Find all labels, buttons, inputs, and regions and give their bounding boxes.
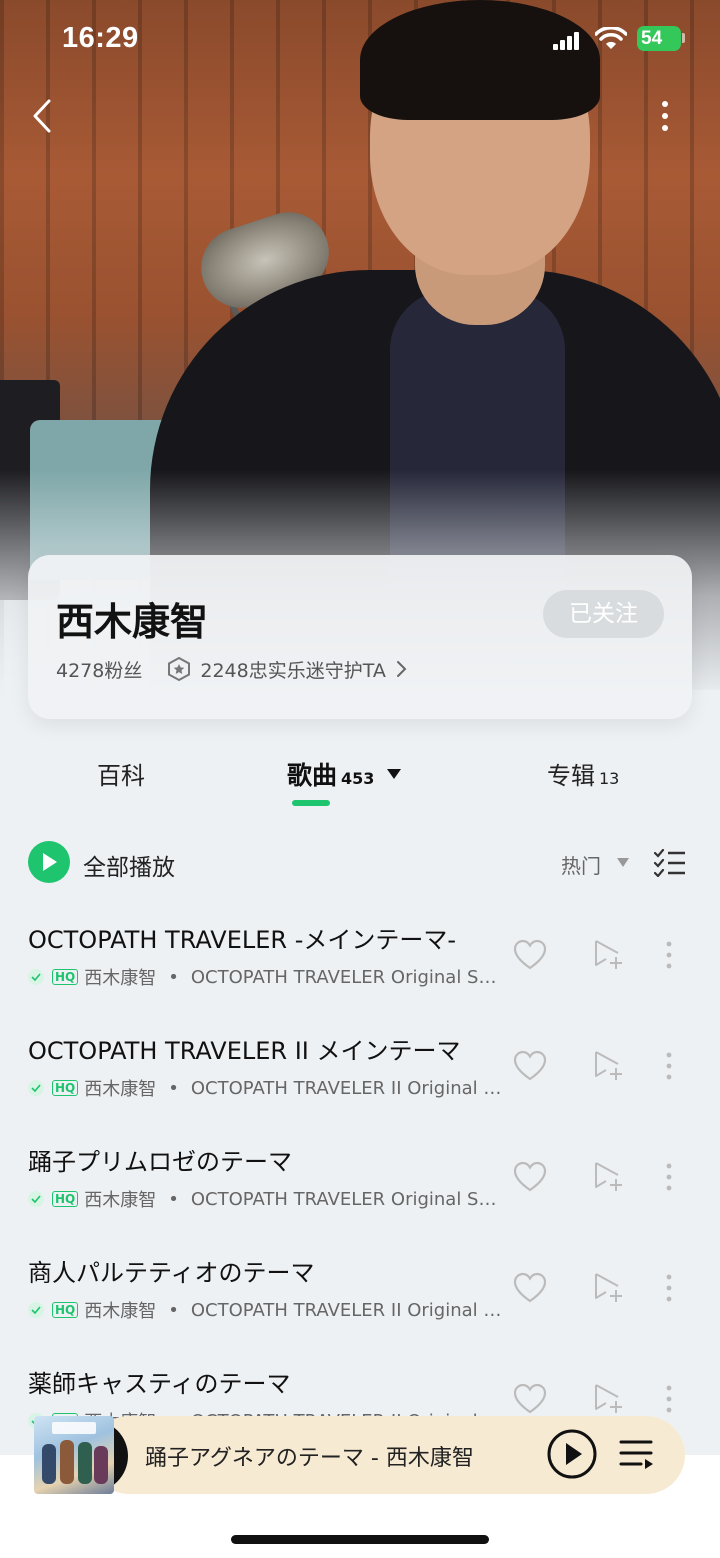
follow-button[interactable]: 已关注 [543,590,664,638]
more-vertical-icon[interactable] [659,1161,679,1193]
sort-dropdown[interactable]: 热门 [561,850,601,879]
song-album: OCTOPATH TRAVELER II Original Soundtrack [190,1077,503,1099]
more-vertical-icon[interactable] [659,1272,679,1304]
guard-text[interactable]: 2248忠实乐迷守护TA [200,656,385,683]
song-artist: 西木康智 [84,1079,157,1100]
album-cover-thumbnail[interactable] [34,1416,114,1494]
song-title: 踊子プリムロゼのテーマ [28,1148,292,1176]
heart-outline-icon[interactable] [513,939,547,971]
play-all-label[interactable]: 全部播放 [83,848,175,882]
heart-outline-icon[interactable] [513,1383,547,1415]
song-row[interactable]: OCTOPATH TRAVELER II メインテーマ HQ 西木康智 • OC… [0,1013,720,1124]
hq-badge: HQ [52,1080,79,1096]
status-time: 16:29 [62,22,139,54]
tab-count: 453 [341,769,375,788]
song-artist: 西木康智 [84,1190,157,1211]
heart-outline-icon[interactable] [513,1272,547,1304]
play-all-button[interactable] [28,841,70,883]
song-album: OCTOPATH TRAVELER II Original Soundtrack [190,1299,503,1321]
cover-logo [52,1422,96,1434]
home-indicator[interactable] [231,1535,489,1544]
song-meta: HQ 西木康智 • OCTOPATH TRAVELER Original Sou… [28,964,503,990]
battery-tip [682,33,685,43]
song-album: OCTOPATH TRAVELER Original Soundtrack [190,966,503,988]
hq-badge: HQ [52,969,79,985]
wifi-icon [595,27,627,49]
more-vertical-icon[interactable] [659,1050,679,1082]
song-title: OCTOPATH TRAVELER II メインテーマ [28,1037,461,1065]
song-row[interactable]: 商人パルテティオのテーマ HQ 西木康智 • OCTOPATH TRAVELER… [0,1235,720,1346]
song-album: OCTOPATH TRAVELER Original Soundtrack [190,1188,503,1210]
cellular-signal-icon [553,32,581,50]
song-title: 薬師キャスティのテーマ [28,1370,291,1398]
play-icon[interactable] [547,1429,597,1479]
artist-meta: 4278粉丝 2248忠实乐迷守护TA [56,655,408,683]
hq-badge: HQ [52,1191,79,1207]
song-meta: HQ 西木康智 • OCTOPATH TRAVELER II Original … [28,1075,503,1101]
tab-count: 13 [599,769,620,788]
downloaded-check-icon [28,1080,44,1096]
star-badge-icon [168,656,191,682]
fans-count[interactable]: 4278粉丝 [56,656,142,683]
separator-dot: • [168,966,179,988]
caret-down-icon[interactable] [386,768,402,780]
tab-songs[interactable]: 歌曲 453 [287,756,402,792]
add-to-playlist-icon[interactable] [592,939,624,971]
chevron-right-icon [396,661,407,677]
artist-info-card: 西木康智 已关注 4278粉丝 2248忠实乐迷守护TA [28,555,692,719]
add-to-playlist-icon[interactable] [592,1161,624,1193]
checklist-icon[interactable] [654,849,686,877]
downloaded-check-icon [28,1302,44,1318]
downloaded-check-icon [28,1191,44,1207]
separator-dot: • [168,1299,179,1321]
play-icon [43,853,57,871]
separator-dot: • [168,1077,179,1099]
add-to-playlist-icon[interactable] [592,1383,624,1415]
playall-row: 全部播放 热门 [0,835,720,891]
tab-albums[interactable]: 专辑 13 [547,756,619,791]
more-vertical-icon[interactable] [659,1383,679,1415]
song-title: OCTOPATH TRAVELER -メインテーマ- [28,926,457,954]
artist-tabs: 百科 歌曲 453 专辑 13 [0,740,720,810]
status-bar: 16:29 54 [0,0,720,80]
song-row[interactable]: OCTOPATH TRAVELER -メインテーマ- HQ 西木康智 • OCT… [0,902,720,1013]
add-to-playlist-icon[interactable] [592,1272,624,1304]
heart-outline-icon[interactable] [513,1161,547,1193]
artist-name: 西木康智 [56,600,209,644]
song-meta: HQ 西木康智 • OCTOPATH TRAVELER Original Sou… [28,1186,503,1212]
battery-indicator: 54 [637,26,681,51]
tab-label: 歌曲 [287,761,338,790]
more-options-button[interactable] [645,92,685,140]
song-title: 商人パルテティオのテーマ [28,1259,315,1287]
song-row[interactable]: 踊子プリムロゼのテーマ HQ 西木康智 • OCTOPATH TRAVELER … [0,1124,720,1235]
hq-badge: HQ [52,1302,79,1318]
chevron-left-icon [33,99,51,133]
song-artist: 西木康智 [84,1301,157,1322]
active-tab-indicator [292,800,330,806]
separator-dot: • [168,1188,179,1210]
add-to-playlist-icon[interactable] [592,1050,624,1082]
battery-level: 54 [641,28,663,49]
playlist-queue-icon[interactable] [619,1437,655,1471]
tab-label: 专辑 [547,762,595,790]
heart-outline-icon[interactable] [513,1050,547,1082]
song-artist: 西木康智 [84,968,157,989]
caret-down-icon [617,858,629,867]
more-vertical-icon [662,101,668,131]
tab-label: 百科 [97,762,145,790]
song-meta: HQ 西木康智 • OCTOPATH TRAVELER II Original … [28,1297,503,1323]
now-playing-title[interactable]: 踊子アグネアのテーマ - 西木康智 [145,1440,474,1472]
tab-wiki[interactable]: 百科 [97,756,145,791]
downloaded-check-icon [28,969,44,985]
more-vertical-icon[interactable] [659,939,679,971]
back-button[interactable] [22,92,62,140]
